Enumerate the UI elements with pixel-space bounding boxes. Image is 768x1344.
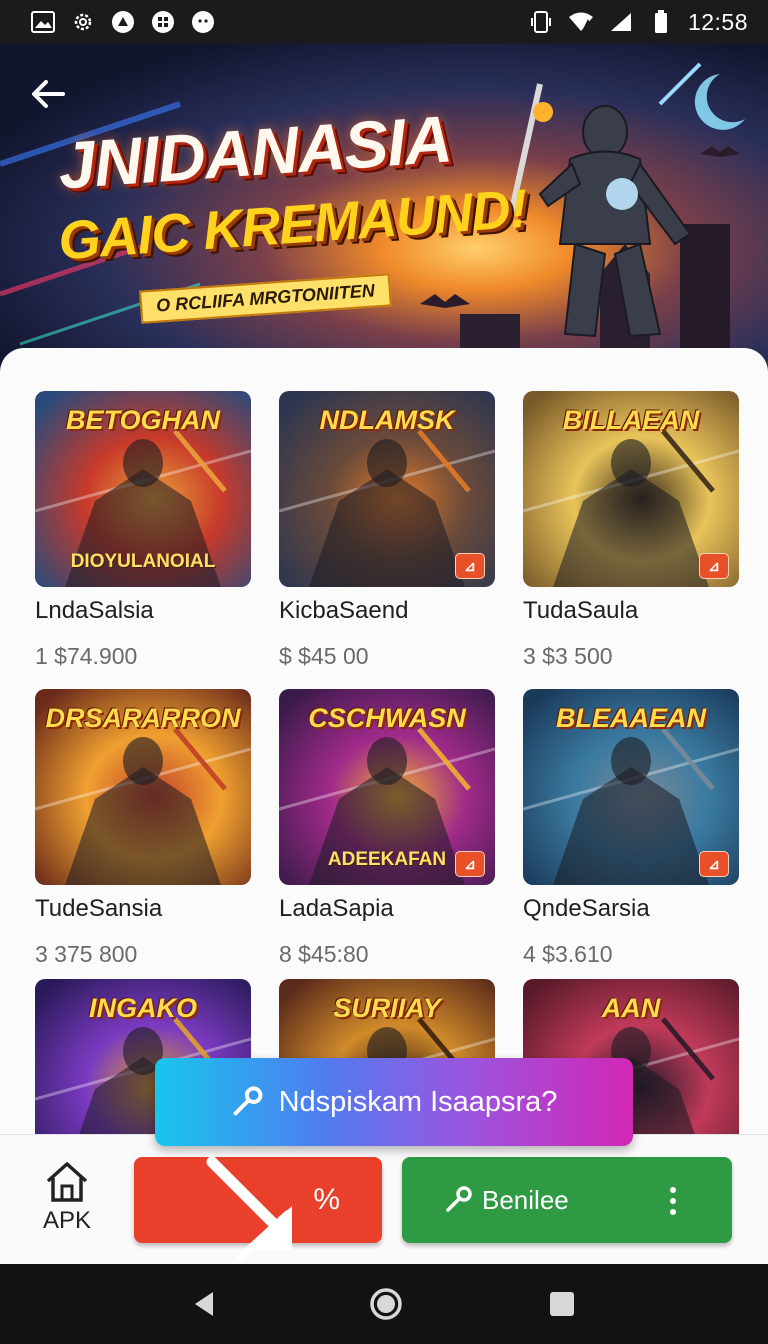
image-icon	[30, 9, 56, 35]
game-price: 3 375 800	[35, 941, 138, 967]
pointer-arrow-icon	[206, 1156, 292, 1262]
status-bar: 12:58	[0, 0, 768, 44]
sale-badge-icon: ⊿	[455, 851, 485, 877]
sale-badge-icon: ⊿	[455, 553, 485, 579]
game-thumbnail-title: BETOGHAN	[65, 405, 220, 435]
battery-icon	[648, 9, 674, 35]
game-thumbnail-title: BLEAAEAN	[555, 703, 706, 733]
apk-home-button[interactable]: APK	[34, 1161, 100, 1241]
key-icon	[233, 1086, 263, 1116]
game-thumbnail-title: AAN	[601, 993, 661, 1023]
game-name: TudaSaula	[523, 597, 639, 624]
arrow-left-icon	[32, 80, 65, 108]
game-thumbnail[interactable]: CSCHWASN ADEEKAFAN ⊿	[279, 689, 495, 885]
home-icon	[46, 1162, 88, 1202]
game-card[interactable]: BETOGHAN DIOYULANOIAL LndaSalsia 1 $74.900	[35, 391, 251, 670]
game-price: 4 $3.610	[523, 941, 613, 967]
game-thumbnail[interactable]: DRSARARRON	[35, 689, 251, 885]
nav-recents-button[interactable]	[542, 1284, 582, 1324]
game-price: 8 $45:80	[279, 941, 369, 967]
game-thumbnail-title: BILLAEAN	[562, 405, 700, 435]
game-thumbnail[interactable]: BETOGHAN DIOYULANOIAL	[35, 391, 251, 587]
game-thumbnail[interactable]: NDLAMSK ⊿	[279, 391, 495, 587]
key-icon	[446, 1186, 472, 1212]
promo-label: Ndspiskam Isaapsra?	[278, 1085, 558, 1118]
game-thumbnail-title: NDLAMSK	[319, 405, 455, 435]
face-icon	[190, 9, 216, 35]
game-card[interactable]: BLEAAEAN ⊿ QndeSarsia 4 $3.610	[523, 689, 739, 968]
game-name: TudeSansia	[35, 895, 163, 922]
game-price: $ $45 00	[279, 643, 369, 669]
game-thumbnail-title: CSCHWASN	[308, 703, 466, 733]
sale-badge-icon: ⊿	[699, 553, 729, 579]
download-button-label: Benilee	[482, 1184, 569, 1215]
game-name: QndeSarsia	[523, 895, 650, 922]
game-name: LndaSalsia	[35, 597, 154, 624]
app-grid-icon	[150, 9, 176, 35]
signal-icon	[608, 9, 634, 35]
game-card[interactable]: CSCHWASN ADEEKAFAN ⊿ LadaSapia 8 $45:80	[279, 689, 495, 968]
settings-gear-icon	[70, 9, 96, 35]
game-card[interactable]: NDLAMSK ⊿ KicbaSaend $ $45 00	[279, 391, 495, 670]
recents-square-icon	[550, 1292, 574, 1316]
clock-time: 12:58	[687, 8, 748, 35]
vibrate-icon	[528, 9, 554, 35]
game-thumbnail-title: INGAKO	[89, 993, 197, 1023]
game-price: 3 $3 500	[523, 643, 613, 669]
promo-install-button[interactable]: Ndspiskam Isaapsra?	[155, 1058, 633, 1146]
game-card[interactable]: BILLAEAN ⊿ TudaSaula 3 $3 500	[523, 391, 739, 670]
game-card[interactable]: DRSARARRON TudeSansia 3 375 800	[35, 689, 251, 968]
vpn-icon	[110, 9, 136, 35]
back-triangle-icon	[195, 1292, 213, 1316]
game-thumbnail-title: DRSARARRON	[45, 703, 241, 733]
wifi-icon	[568, 9, 594, 35]
apk-label: APK	[42, 1207, 92, 1234]
game-price: 1 $74.900	[35, 643, 138, 669]
more-options-icon[interactable]	[668, 1187, 678, 1215]
back-button[interactable]	[24, 70, 72, 118]
home-circle-icon	[370, 1288, 402, 1320]
game-thumbnail[interactable]: BLEAAEAN ⊿	[523, 689, 739, 885]
game-thumbnail-subtitle: DIOYULANOIAL	[70, 551, 216, 572]
hero-banner[interactable]: JNIDANASIA GAIC KREMAUND! O RCLIIFA MRGT…	[0, 44, 768, 374]
game-thumbnail-title: SURIIAY	[333, 993, 441, 1023]
game-name: LadaSapia	[279, 895, 394, 922]
bottom-action-bar: APK % Benilee	[0, 1134, 768, 1264]
game-name: KicbaSaend	[279, 597, 409, 624]
nav-home-button[interactable]	[366, 1284, 406, 1324]
sale-badge-icon: ⊿	[699, 851, 729, 877]
system-nav-bar	[0, 1264, 768, 1344]
download-button[interactable]: Benilee	[402, 1157, 732, 1243]
nav-back-button[interactable]	[184, 1284, 224, 1324]
discount-button-label: %	[313, 1183, 340, 1216]
game-thumbnail[interactable]: BILLAEAN ⊿	[523, 391, 739, 587]
